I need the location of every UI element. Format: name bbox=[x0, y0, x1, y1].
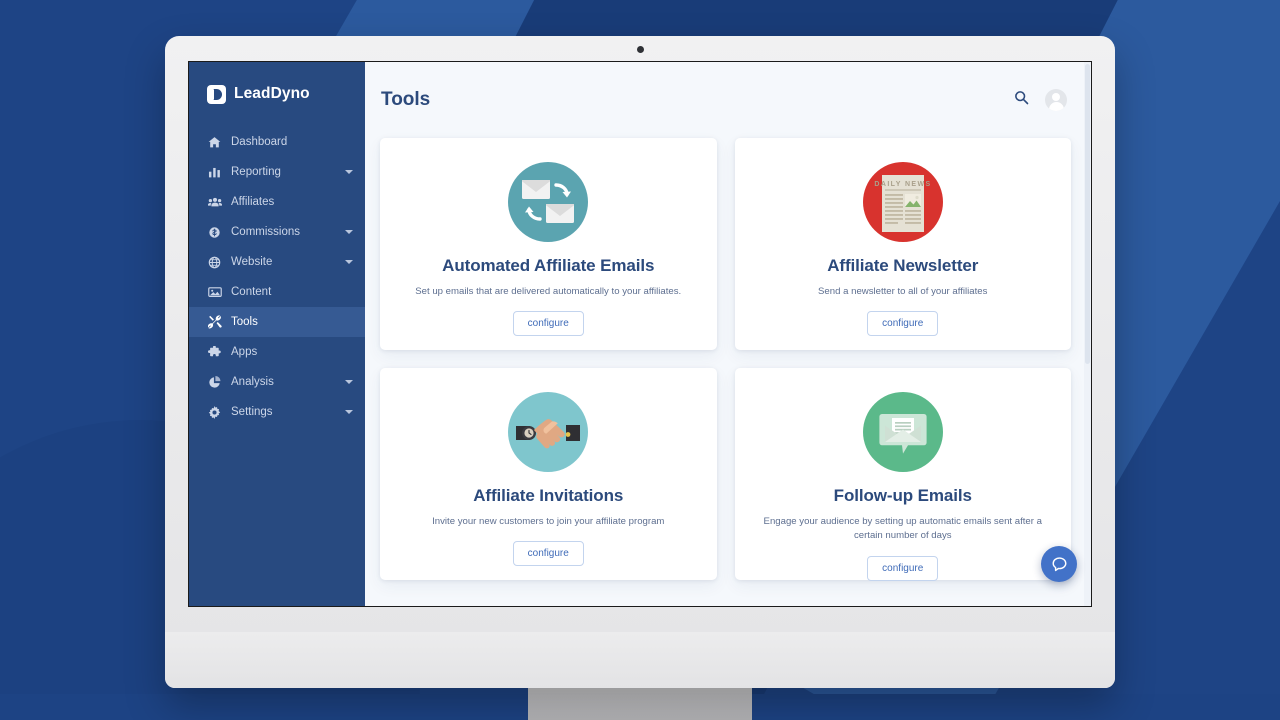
tool-card-description: Set up emails that are delivered automat… bbox=[415, 286, 682, 297]
page-title: Tools bbox=[381, 89, 431, 110]
sidebar-item-dashboard[interactable]: Dashboard bbox=[189, 127, 365, 157]
users-icon bbox=[207, 196, 222, 209]
brand-name: LeadDyno bbox=[234, 85, 310, 102]
globe-icon bbox=[207, 256, 222, 269]
configure-button[interactable]: configure bbox=[512, 311, 584, 337]
configure-button[interactable]: configure bbox=[867, 555, 939, 581]
sidebar-item-apps[interactable]: Apps bbox=[189, 337, 365, 367]
webcam-icon bbox=[636, 46, 644, 53]
search-icon[interactable] bbox=[1014, 90, 1029, 110]
puzzle-icon bbox=[207, 345, 222, 359]
sidebar-item-content[interactable]: Content bbox=[189, 277, 365, 307]
chevron-down-icon[interactable] bbox=[345, 410, 353, 414]
sidebar-item-label: Content bbox=[231, 286, 272, 298]
configure-button[interactable]: configure bbox=[867, 311, 939, 337]
sidebar-item-analysis[interactable]: Analysis bbox=[189, 367, 365, 397]
wallpaper-scene: LeadDyno Dashboard Reporting Affiliates Com… bbox=[0, 0, 1280, 720]
sidebar-item-label: Reporting bbox=[231, 166, 281, 178]
tool-card[interactable]: Follow-up Emails Engage your audience by … bbox=[734, 368, 1071, 581]
tool-card-description: Engage your audience by setting up autom… bbox=[763, 516, 1042, 542]
brand-logo[interactable]: LeadDyno bbox=[189, 79, 365, 109]
scrollbar-thumb[interactable] bbox=[1085, 64, 1090, 364]
tool-card-title: Affiliate Invitations bbox=[473, 486, 624, 505]
sidebar-item-label: Commissions bbox=[231, 226, 301, 238]
content-area: Tools Automated Affiliate Emails Set up e… bbox=[365, 62, 1091, 606]
tool-card[interactable]: Affiliate Invitations Invite your new cus… bbox=[380, 368, 717, 580]
sidebar-item-affiliates[interactable]: Affiliates bbox=[189, 187, 365, 217]
handshake-icon bbox=[394, 390, 703, 474]
screen: LeadDyno Dashboard Reporting Affiliates Com… bbox=[188, 61, 1092, 607]
leaddyno-logo-icon bbox=[207, 84, 226, 104]
gear-icon bbox=[207, 405, 222, 419]
tools-card-grid: Automated Affiliate Emails Set up emails … bbox=[365, 138, 1091, 581]
sidebar-item-commissions[interactable]: Commissions bbox=[189, 217, 365, 247]
money-tag-icon bbox=[207, 226, 222, 239]
sidebar-item-tools[interactable]: Tools bbox=[189, 307, 365, 337]
tool-card-title: Automated Affiliate Emails bbox=[442, 256, 655, 275]
monitor-chin bbox=[165, 632, 1115, 688]
chevron-down-icon[interactable] bbox=[345, 230, 353, 234]
svg-text:DAILY NEWS: DAILY NEWS bbox=[874, 181, 931, 188]
configure-button[interactable]: configure bbox=[512, 541, 584, 567]
sidebar-item-label: Settings bbox=[231, 406, 273, 418]
sidebar-item-label: Analysis bbox=[231, 376, 274, 388]
user-avatar-icon[interactable] bbox=[1045, 89, 1067, 111]
monitor-frame: LeadDyno Dashboard Reporting Affiliates Com… bbox=[165, 36, 1115, 688]
monitor-stand bbox=[528, 688, 752, 720]
bar-chart-icon bbox=[207, 166, 222, 179]
help-chat-button[interactable] bbox=[1041, 546, 1077, 582]
tool-card-title: Affiliate Newsletter bbox=[827, 256, 979, 275]
sidebar-item-website[interactable]: Website bbox=[189, 247, 365, 277]
sidebar-item-label: Affiliates bbox=[231, 196, 275, 208]
tool-card-description: Send a newsletter to all of your affilia… bbox=[818, 286, 988, 297]
chevron-down-icon[interactable] bbox=[345, 380, 353, 384]
envelope-bubble-icon bbox=[749, 390, 1058, 474]
chat-bubble-icon bbox=[1052, 556, 1066, 571]
chevron-down-icon[interactable] bbox=[345, 260, 353, 264]
sidebar-nav: Dashboard Reporting Affiliates Commissions W… bbox=[189, 127, 365, 427]
pie-chart-icon bbox=[207, 375, 222, 389]
scrollbar-track[interactable] bbox=[1084, 62, 1091, 606]
tools-icon bbox=[207, 315, 222, 329]
sidebar-item-label: Apps bbox=[231, 346, 258, 358]
tool-card-title: Follow-up Emails bbox=[833, 486, 972, 505]
sidebar-item-reporting[interactable]: Reporting bbox=[189, 157, 365, 187]
tool-card[interactable]: Automated Affiliate Emails Set up emails … bbox=[380, 138, 717, 350]
chevron-down-icon[interactable] bbox=[345, 170, 353, 174]
top-bar: Tools bbox=[365, 62, 1091, 138]
sidebar: LeadDyno Dashboard Reporting Affiliates Com… bbox=[189, 62, 365, 606]
image-icon bbox=[207, 286, 222, 298]
home-icon bbox=[207, 136, 222, 149]
tool-card-description: Invite your new customers to join your a… bbox=[432, 516, 665, 527]
sidebar-item-settings[interactable]: Settings bbox=[189, 397, 365, 427]
tool-card[interactable]: DAILY NEWS Affiliate Newsletter Send a new… bbox=[734, 138, 1071, 350]
sidebar-item-label: Dashboard bbox=[231, 136, 288, 148]
sidebar-item-label: Tools bbox=[231, 316, 258, 328]
automated-emails-icon bbox=[394, 160, 703, 244]
sidebar-item-label: Website bbox=[231, 256, 273, 268]
newspaper-icon: DAILY NEWS bbox=[749, 160, 1058, 244]
